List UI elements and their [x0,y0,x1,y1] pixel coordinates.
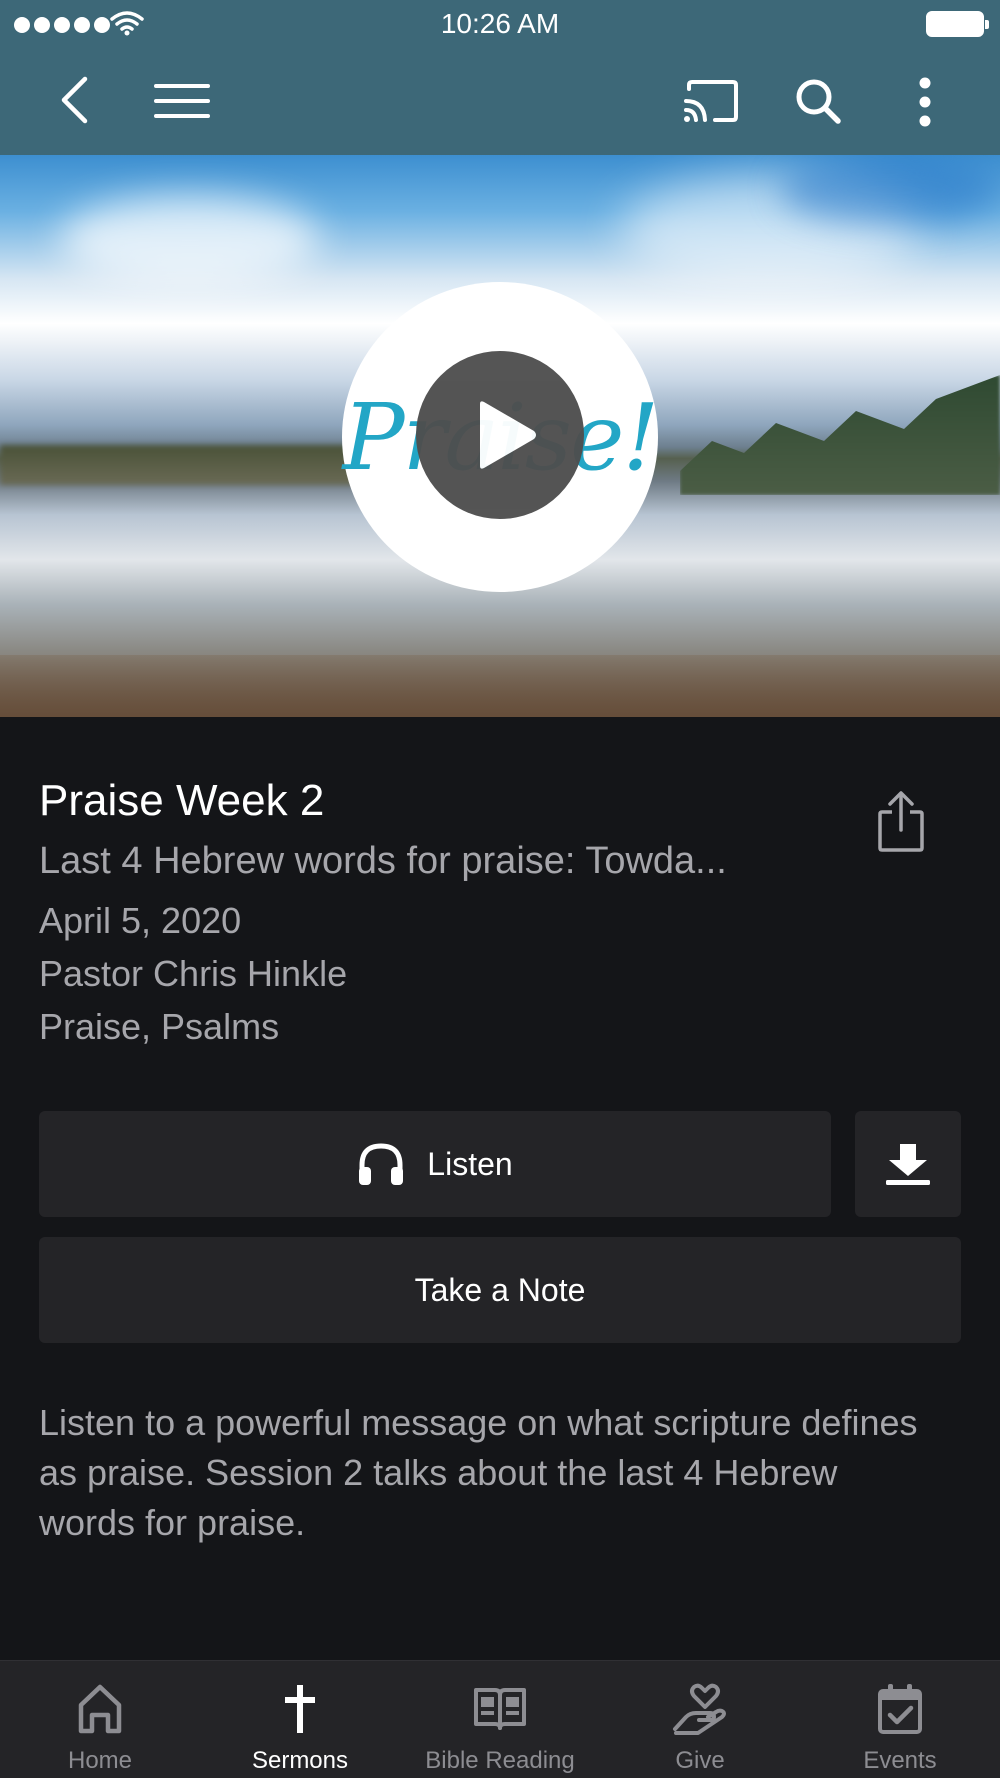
listen-label: Listen [427,1145,513,1182]
sermon-artwork[interactable]: Praise! [0,155,1000,717]
tab-sermons-label: Sermons [251,1747,349,1774]
sermon-date: April 5, 2020 [39,900,242,941]
heart-hand-icon [673,1683,726,1735]
share-icon [878,791,924,852]
sermon-topics: Praise, Psalms [39,1006,280,1047]
sermon-title: Praise Week 2 [39,776,325,825]
tab-home-label: Home [67,1747,133,1774]
share-button[interactable] [876,790,926,859]
bottom-tab-bar: Home Sermons Bible Reading Give Events [0,1660,1000,1778]
tab-events-label: Events [863,1747,937,1774]
status-time: 10:26 AM [440,8,560,39]
tab-bible-reading-label: Bible Reading [425,1747,575,1774]
tab-home[interactable]: Home [0,1661,200,1778]
tab-bible-reading[interactable]: Bible Reading [400,1661,600,1778]
battery-icon [926,11,989,37]
cast-icon [684,80,738,122]
more-vertical-icon [919,77,931,127]
take-note-button[interactable]: Take a Note [39,1237,961,1343]
back-arrow-icon [61,76,88,124]
sermon-description: Listen to a powerful message on what scr… [39,1402,918,1543]
tab-give-label: Give [675,1747,725,1774]
download-icon [886,1144,930,1185]
book-icon [474,1688,526,1730]
headphones-icon [359,1143,404,1185]
back-button[interactable] [44,70,104,130]
tab-give[interactable]: Give [600,1661,800,1778]
play-button[interactable] [416,351,584,519]
calendar-check-icon [878,1684,922,1734]
play-icon [480,401,536,469]
status-bar: 10:26 AM [0,0,1000,50]
tab-sermons[interactable]: Sermons [200,1661,400,1778]
download-button[interactable] [855,1111,961,1217]
app-header: 10:26 AM [0,0,1000,155]
tab-events[interactable]: Events [800,1661,1000,1778]
search-icon [796,79,841,124]
hamburger-menu-icon [154,84,210,118]
sermon-speaker: Pastor Chris Hinkle [39,953,348,994]
more-options-button[interactable] [905,72,945,132]
cast-button[interactable] [680,72,742,130]
home-icon [78,1684,122,1734]
listen-button[interactable]: Listen [39,1111,831,1217]
search-button[interactable] [790,72,846,130]
cross-icon [285,1685,315,1733]
sermon-subtitle: Last 4 Hebrew words for praise: Towda... [39,840,727,882]
menu-button[interactable] [152,75,212,127]
take-note-label: Take a Note [414,1271,586,1308]
